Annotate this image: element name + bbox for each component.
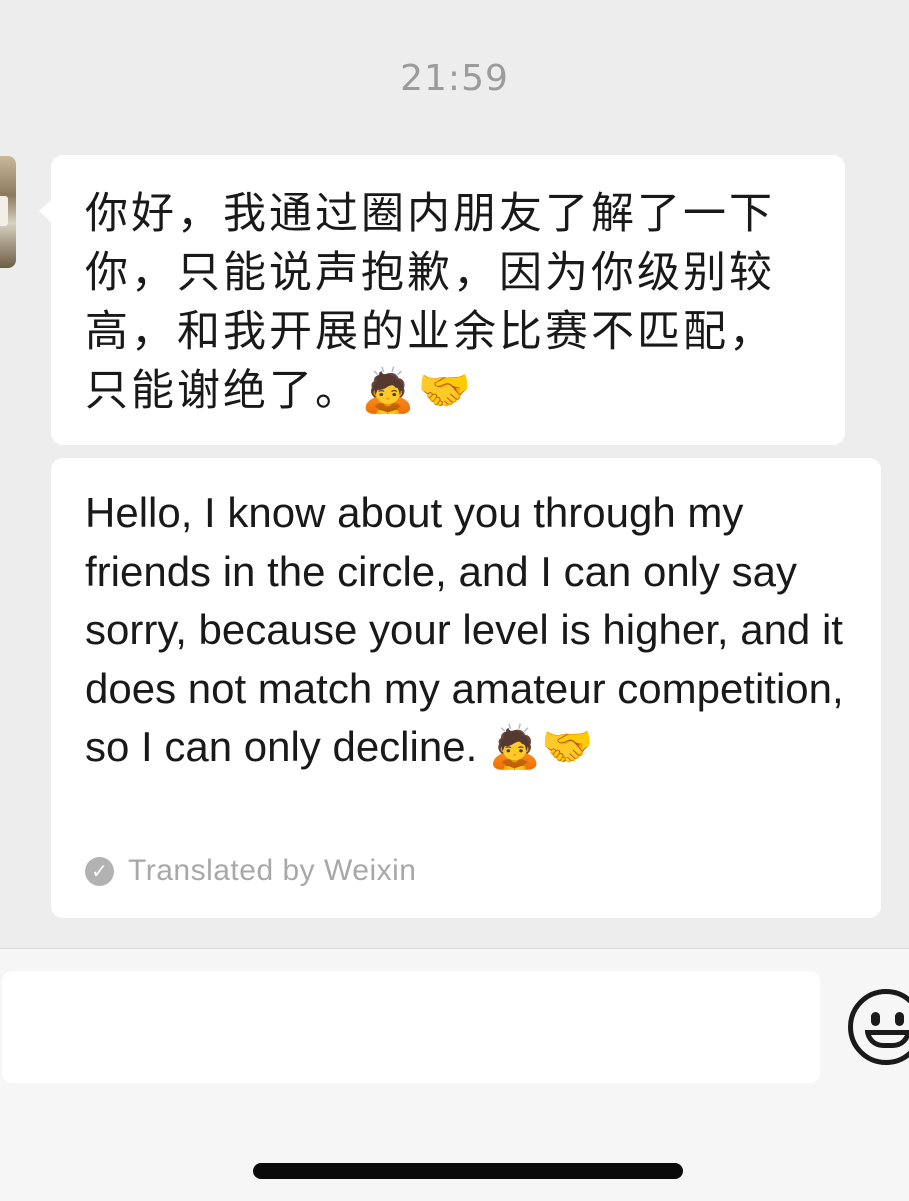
check-circle-icon: ✓ [85,856,114,886]
smiley-face-icon[interactable] [848,989,909,1065]
message-timestamp: 21:59 [400,58,509,99]
message-text-original: 你好，我通过圈内朋友了解了一下你，只能说声抱歉，因为你级别较高，和我开展的业余比… [85,189,775,416]
smiley-eye-right [895,1012,904,1026]
message-text-translation: Hello, I know about you through my frien… [85,489,844,770]
message-input[interactable] [2,971,820,1083]
contact-avatar[interactable] [0,156,16,268]
message-bubble-translation[interactable]: Hello, I know about you through my frien… [51,458,881,918]
translation-attribution: ✓ Translated by Weixin [85,854,416,888]
home-indicator[interactable] [253,1163,683,1179]
smiley-mouth [865,1030,909,1048]
bubble-tail [39,199,52,223]
translated-by-label: Translated by Weixin [128,854,417,887]
message-bubble-original[interactable]: 你好，我通过圈内朋友了解了一下你，只能说声抱歉，因为你级别较高，和我开展的业余比… [39,155,845,445]
smiley-eye-left [871,1012,880,1026]
